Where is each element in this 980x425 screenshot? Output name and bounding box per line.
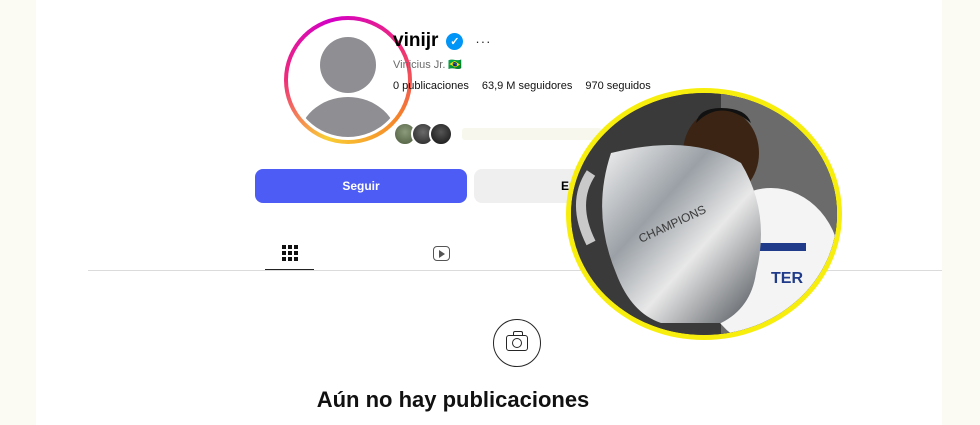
following-count[interactable]: 970 seguidos <box>585 80 650 92</box>
default-avatar-icon <box>291 23 405 137</box>
reels-icon <box>432 246 450 261</box>
empty-state-title: Aún no hay publicaciones <box>316 387 590 412</box>
posts-count: 0 publicaciones <box>393 80 469 92</box>
follow-button[interactable]: Seguir <box>255 169 467 203</box>
tab-posts[interactable] <box>265 238 314 271</box>
full-name: Vinicius Jr. 🇧🇷 <box>393 59 463 71</box>
camera-icon <box>493 319 541 367</box>
followers-count[interactable]: 63,9 M seguidores <box>482 80 573 92</box>
follower-avatar <box>429 122 453 146</box>
svg-text:TER: TER <box>771 270 803 287</box>
verified-check-icon: ✓ <box>446 32 464 50</box>
username-row: vinijr ✓ ··· <box>393 30 491 52</box>
profile-stats: 0 publicaciones 63,9 M seguidores 970 se… <box>393 80 651 92</box>
username: vinijr <box>393 30 439 51</box>
inset-photo-trophy: CHAMPIONS TER <box>566 88 842 340</box>
trophy-photo-illustration: CHAMPIONS TER <box>571 93 837 335</box>
more-options-icon[interactable]: ··· <box>475 34 491 49</box>
grid-icon <box>281 245 298 261</box>
tab-reels[interactable] <box>425 238 457 268</box>
followed-by-avatars[interactable] <box>393 122 453 146</box>
